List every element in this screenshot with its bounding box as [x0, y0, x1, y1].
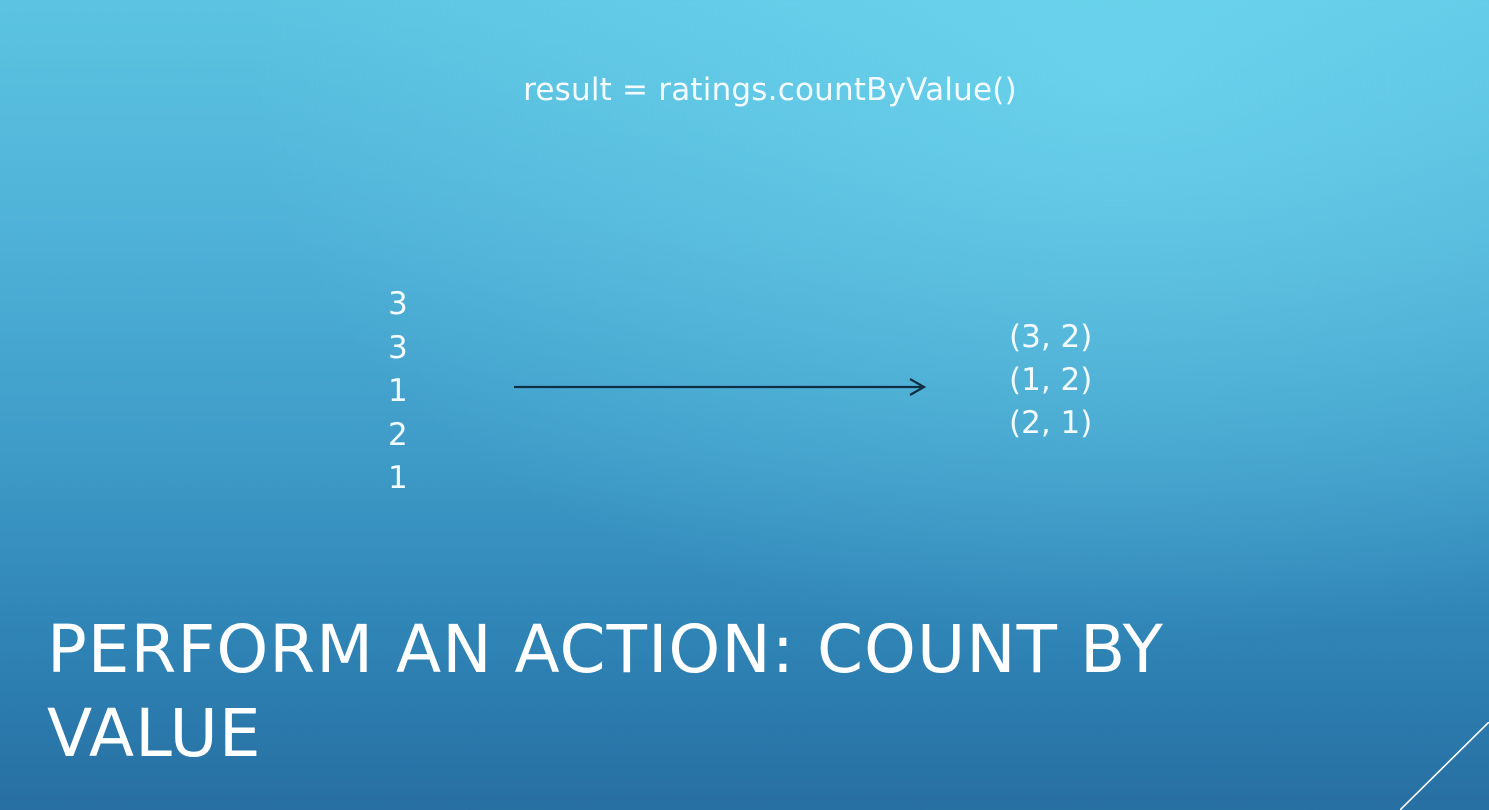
code-line: result = ratings.countByValue() [523, 72, 1017, 108]
input-value: 1 [388, 373, 408, 409]
output-pair: (3, 2) [1009, 319, 1093, 355]
right-arrow-icon [514, 378, 927, 396]
input-values-list: 3 3 1 2 1 [388, 283, 428, 501]
output-pair: (1, 2) [1009, 362, 1093, 398]
decorative-corner-line [1400, 722, 1489, 810]
slide-title: PERFORM AN ACTION: COUNT BY VALUE [47, 608, 1347, 776]
slide-title-line-2: VALUE [47, 695, 262, 772]
slide-title-line-1: PERFORM AN ACTION: COUNT BY [47, 611, 1164, 688]
output-pairs-list: (3, 2) (1, 2) (2, 1) [1009, 316, 1092, 445]
input-value: 1 [388, 460, 408, 496]
input-value: 3 [388, 329, 408, 366]
slide: result = ratings.countByValue() 3 3 1 2 … [0, 0, 1489, 810]
output-pair: (2, 1) [1009, 405, 1093, 441]
input-value: 3 [388, 286, 408, 322]
input-value: 2 [388, 416, 408, 453]
